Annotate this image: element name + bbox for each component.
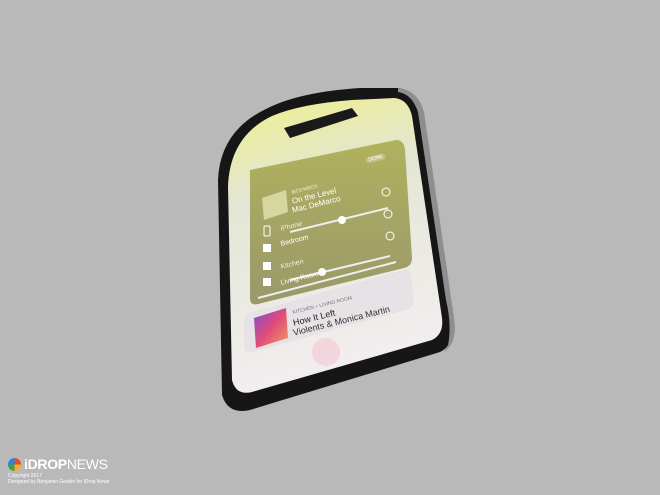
speaker-icon-2 bbox=[263, 262, 271, 270]
speaker-icon bbox=[263, 244, 271, 252]
product-render-scene: iBOOMBOX DONE On the Level Mac DeMarco i… bbox=[0, 0, 660, 495]
slider-knob-living-room bbox=[318, 268, 326, 276]
copyright-line-2: Designed by Benjamin Geskin for iDrop Ne… bbox=[8, 479, 110, 485]
speaker-icon-3 bbox=[263, 278, 271, 286]
logo-wordmark: iDROPNEWS bbox=[24, 456, 108, 472]
slider-knob-bedroom bbox=[338, 216, 346, 224]
phone-render bbox=[218, 88, 455, 411]
idropnews-drop-icon bbox=[8, 457, 21, 471]
idropnews-logo: iDROPNEWS bbox=[8, 456, 108, 472]
copyright-text: Copyright 2017 Designed by Benjamin Gesk… bbox=[8, 473, 109, 485]
glow-blob bbox=[312, 338, 340, 366]
